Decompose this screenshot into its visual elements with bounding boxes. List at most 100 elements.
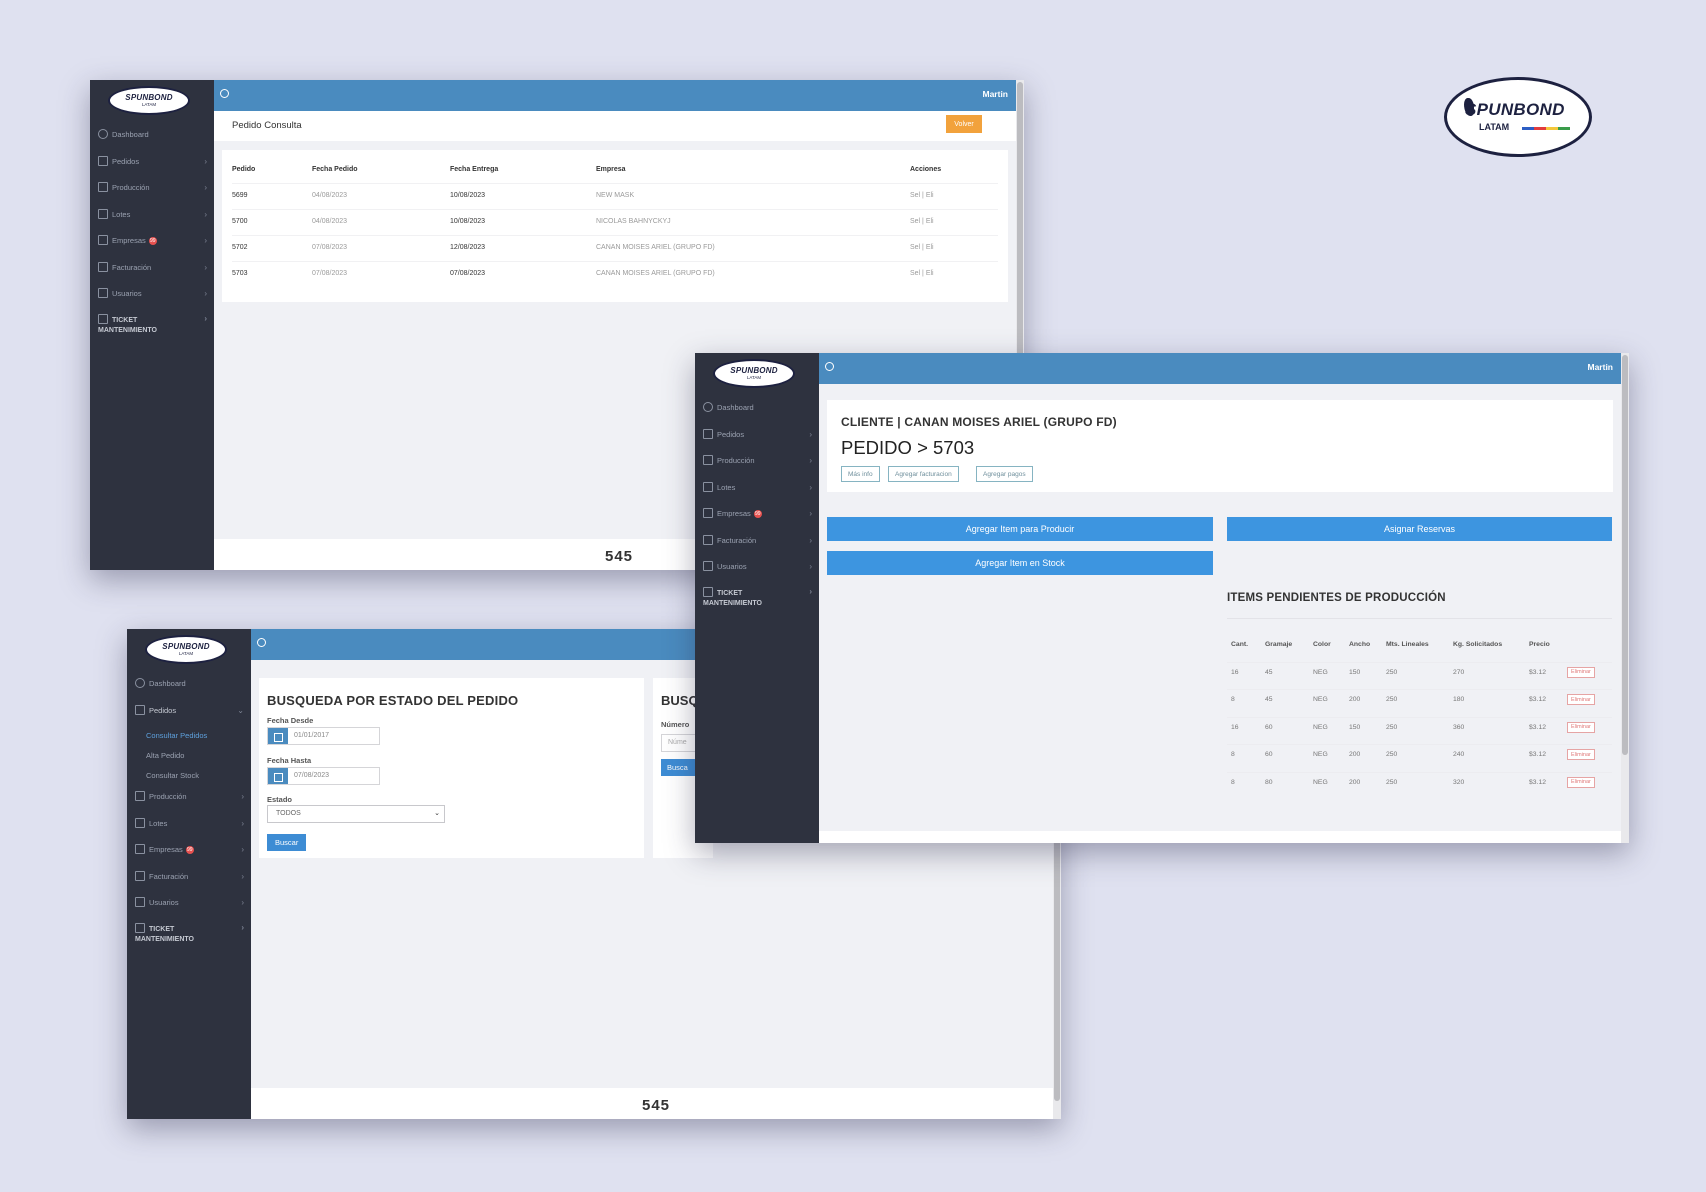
page-title-bar: Pedido Consulta Volver (214, 111, 1016, 141)
dashboard-icon (98, 129, 108, 139)
brand-logo[interactable]: SPUNBOND LATAM (145, 635, 227, 664)
sidebar-item-usuarios[interactable]: Usuarios › (127, 896, 251, 923)
page-title: Pedido Consulta (232, 120, 302, 131)
eliminar-button[interactable]: Eliminar (1567, 776, 1595, 788)
table-row[interactable]: 5699 04/08/2023 10/08/2023 NEW MASK Sel … (232, 184, 998, 210)
table-row: 8 45 NEG 200 250 180 $3.12 Eliminar (1227, 690, 1612, 718)
grid-icon (703, 508, 713, 518)
menu-toggle-icon[interactable] (257, 638, 266, 647)
volver-button[interactable]: Volver (946, 115, 982, 133)
estado-select[interactable]: TODOS ⌄ (267, 805, 445, 823)
fecha-desde-input[interactable]: 01/01/2017 (267, 727, 380, 745)
row-actions[interactable]: Sel | Eli (910, 244, 934, 251)
sidebar-nav: Dashboard Pedidos › Producción › Lotes › Em… (90, 128, 214, 346)
table-row: 16 60 NEG 150 250 360 $3.12 Eliminar (1227, 718, 1612, 745)
sidebar-item-empresas[interactable]: Empresas 99 › (695, 507, 819, 534)
chevron-right-icon: › (809, 586, 812, 596)
edit-icon (703, 455, 713, 465)
sidebar-item-facturacion[interactable]: Facturación › (695, 534, 819, 561)
sidebar-item-ticket[interactable]: TICKET MANTENIMIENTO › (695, 586, 819, 619)
chevron-right-icon: › (204, 289, 207, 298)
row-actions[interactable]: Sel | Eli (910, 192, 934, 199)
sidebar-item-produccion[interactable]: Producción › (127, 790, 251, 817)
sidebar-item-ticket[interactable]: TICKET MANTENIMIENTO › (127, 922, 251, 955)
sidebar-item-lotes[interactable]: Lotes › (127, 817, 251, 844)
user-name[interactable]: Martin (983, 89, 1009, 99)
sidebar-item-lotes[interactable]: Lotes › (695, 481, 819, 508)
sidebar-item-lotes[interactable]: Lotes › (90, 208, 214, 235)
agregar-facturacion-button[interactable]: Agregar facturacion (888, 466, 959, 482)
fecha-desde-label: Fecha Desde (267, 716, 314, 725)
fecha-hasta-label: Fecha Hasta (267, 756, 312, 765)
vertical-scrollbar[interactable] (1621, 353, 1629, 843)
pedidos-table-card: Pedido Fecha Pedido Fecha Entrega Empres… (222, 150, 1008, 302)
edit-icon (98, 155, 108, 166)
chevron-right-icon: › (241, 898, 244, 907)
sidebar-item-pedidos[interactable]: Pedidos › (695, 428, 819, 455)
menu-toggle-icon[interactable] (220, 89, 229, 98)
sidebar-item-produccion[interactable]: Producción › (695, 454, 819, 481)
table-row[interactable]: 5700 04/08/2023 10/08/2023 NICOLAS BAHNY… (232, 210, 998, 236)
chevron-right-icon: › (241, 871, 244, 881)
sidebar-item-usuarios[interactable]: Usuarios › (90, 287, 214, 314)
grid-icon (98, 235, 108, 245)
chevron-right-icon: › (809, 509, 812, 518)
brand-logo[interactable]: SPUNBOND LATAM (713, 359, 795, 388)
table-row: 8 60 NEG 200 250 240 $3.12 Eliminar (1227, 745, 1612, 773)
brand-logo[interactable]: SPUNBOND LATAM (108, 86, 190, 115)
sidebar-item-produccion[interactable]: Producción › (90, 181, 214, 208)
chevron-right-icon: › (241, 845, 244, 854)
sidebar-item-dashboard[interactable]: Dashboard (90, 128, 214, 155)
sidebar: SPUNBOND LATAM Dashboard Pedidos › Produc… (695, 353, 819, 843)
eliminar-button[interactable]: Eliminar (1567, 666, 1595, 678)
menu-toggle-icon[interactable] (825, 362, 834, 371)
buscar-button[interactable]: Buscar (267, 834, 307, 851)
sidebar-item-empresas[interactable]: Empresas 99 › (127, 843, 251, 870)
footer-logo: 545 (604, 548, 634, 565)
agregar-item-stock-button[interactable]: Agregar Item en Stock (827, 551, 1213, 575)
brand-logo-large: SPUNBOND LATAM (1444, 77, 1592, 157)
agregar-pagos-button[interactable]: Agregar pagos (976, 466, 1033, 482)
eliminar-button[interactable]: Eliminar (1567, 694, 1595, 705)
sidebar-item-empresas[interactable]: Empresas 99 › (90, 234, 214, 261)
sidebar-item-dashboard[interactable]: Dashboard (695, 401, 819, 428)
top-header: Martin (214, 80, 1024, 111)
table-row[interactable]: 5703 07/08/2023 07/08/2023 CANAN MOISES … (232, 262, 998, 288)
agregar-item-producir-button[interactable]: Agregar Item para Producir (827, 517, 1213, 541)
row-actions[interactable]: Sel | Eli (910, 270, 934, 277)
footer-logo: 545 (641, 1097, 671, 1114)
calendar-icon[interactable] (268, 728, 288, 744)
estado-label: Estado (267, 795, 293, 804)
table-row: 8 80 NEG 200 250 320 $3.12 Eliminar (1227, 773, 1612, 801)
sidebar-item-facturacion[interactable]: Facturación › (127, 870, 251, 897)
user-name[interactable]: Martin (1588, 362, 1614, 372)
submenu-consultar-pedidos[interactable]: Consultar Pedidos (127, 730, 251, 750)
sidebar-item-pedidos[interactable]: Pedidos › (90, 155, 214, 182)
submenu-consultar-stock[interactable]: Consultar Stock (127, 770, 251, 790)
sidebar-item-facturacion[interactable]: Facturación › (90, 261, 214, 288)
chevron-right-icon: › (204, 262, 207, 272)
submenu-alta-pedido[interactable]: Alta Pedido (127, 750, 251, 770)
card-title: BUSQ (661, 693, 699, 708)
mas-info-button[interactable]: Más info (841, 466, 880, 482)
eliminar-button[interactable]: Eliminar (1567, 721, 1595, 733)
edit-icon (135, 704, 145, 715)
chevron-right-icon: › (204, 209, 207, 219)
chevron-right-icon: › (241, 818, 244, 828)
table-row[interactable]: 5702 07/08/2023 12/08/2023 CANAN MOISES … (232, 236, 998, 262)
calendar-icon[interactable] (268, 768, 288, 784)
flag-stripe (1522, 127, 1570, 130)
asignar-reservas-button[interactable]: Asignar Reservas (1227, 517, 1612, 541)
fecha-hasta-input[interactable]: 07/08/2023 (267, 767, 380, 785)
sidebar-item-dashboard[interactable]: Dashboard (127, 677, 251, 704)
edit-icon (135, 897, 145, 907)
main-area: Martin CLIENTE | CANAN MOISES ARIEL (GRU… (819, 353, 1629, 843)
notification-badge: 99 (753, 510, 762, 518)
sidebar-item-usuarios[interactable]: Usuarios › (695, 560, 819, 587)
footer (819, 831, 1621, 843)
row-actions[interactable]: Sel | Eli (910, 218, 934, 225)
dashboard-icon (703, 402, 713, 412)
sidebar-item-pedidos[interactable]: Pedidos ⌄ (127, 704, 251, 731)
sidebar-item-ticket[interactable]: TICKET MANTENIMIENTO › (90, 313, 214, 346)
eliminar-button[interactable]: Eliminar (1567, 749, 1595, 760)
